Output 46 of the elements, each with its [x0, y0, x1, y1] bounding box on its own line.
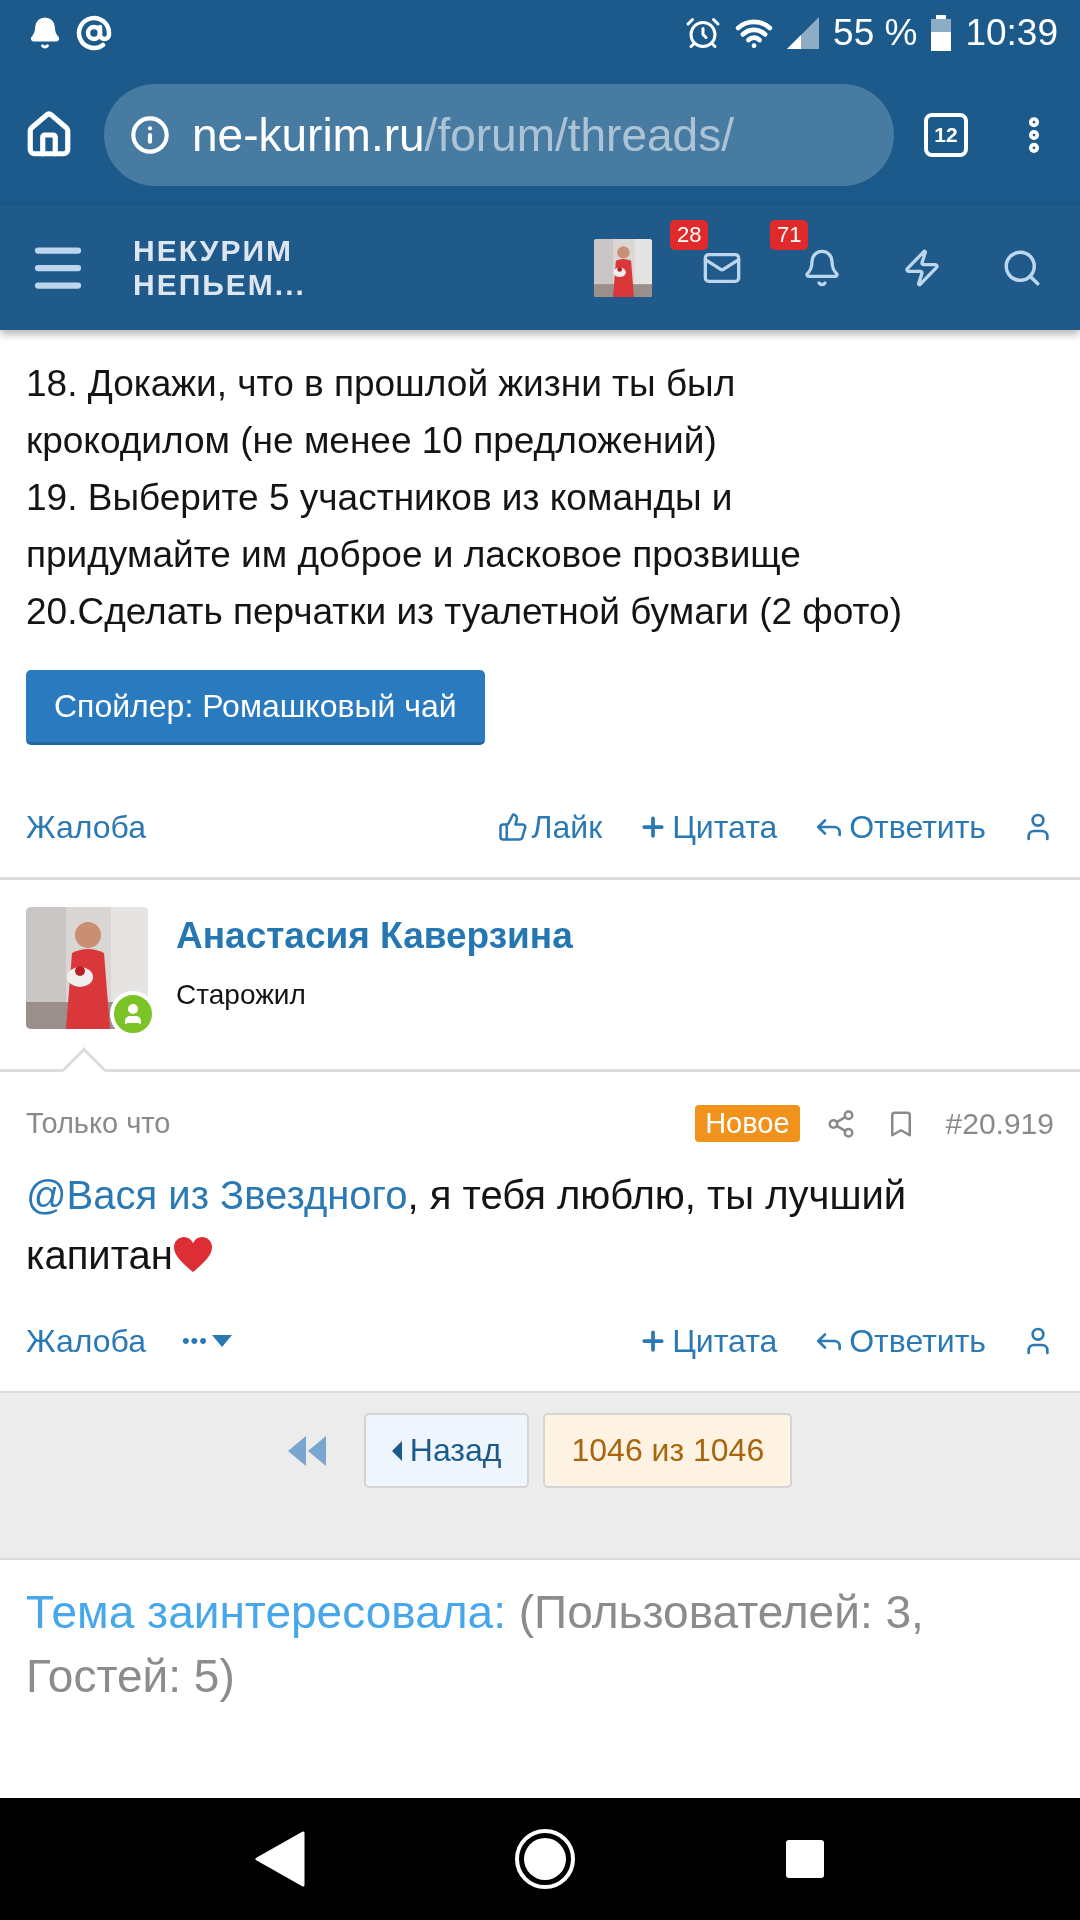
- reply-link[interactable]: Ответить: [813, 808, 986, 846]
- caret-icon: [391, 1440, 402, 1461]
- tab-count[interactable]: 12: [924, 113, 968, 157]
- interested-users: Тема заинтересовала: (Пользователей: 3, Гостей: 5): [25, 1585, 925, 1704]
- site-logo[interactable]: НЕКУРИМ НЕПЬЕМ...: [133, 233, 306, 302]
- more-menu[interactable]: •••: [181, 1328, 233, 1354]
- at-sign-icon: [76, 14, 112, 51]
- post-number[interactable]: #20.919: [945, 1106, 1054, 1141]
- address-bar[interactable]: ne-kurim.ru/forum/threads/: [104, 84, 894, 186]
- author-name[interactable]: Анастасия Каверзина: [176, 915, 573, 957]
- heart-icon: [172, 1237, 213, 1273]
- interested-link[interactable]: Тема заинтересовала:: [26, 1586, 506, 1638]
- post-time: Только что: [26, 1107, 171, 1140]
- thumbs-up-icon: [497, 812, 528, 842]
- report-link[interactable]: Жалоба: [26, 1322, 146, 1360]
- post-text: 19. Выберите 5 участников из команды и: [26, 476, 734, 520]
- alert-count: 71: [770, 219, 809, 250]
- post-text: придумайте им доброе и ласковое прозвище: [26, 533, 802, 577]
- back-nav-icon[interactable]: [254, 1831, 305, 1887]
- quote-link[interactable]: Цитата: [638, 808, 778, 846]
- post-text: 18. Докажи, что в прошлой жизни ты был: [26, 362, 737, 406]
- post-message: @Вася из Звездного, я тебя люблю, ты лучший капитан: [25, 1172, 908, 1279]
- post-text: крокодилом (не менее 10 предложений): [26, 419, 718, 463]
- reply-link[interactable]: Ответить: [813, 1322, 986, 1360]
- clock-time: 10:39: [965, 11, 1058, 54]
- signal-icon: [787, 16, 820, 49]
- battery-percent: 55 %: [833, 11, 918, 54]
- lightning-icon[interactable]: [902, 247, 942, 288]
- unread-count: 28: [670, 219, 709, 250]
- back-button[interactable]: Назад: [363, 1413, 530, 1488]
- current-page[interactable]: 1046 из 1046: [543, 1413, 793, 1488]
- like-link[interactable]: Лайк: [497, 808, 603, 846]
- notification-bell-icon: [28, 15, 62, 50]
- mention-link[interactable]: @Вася из Звездного: [26, 1173, 408, 1217]
- home-nav-icon[interactable]: [514, 1828, 576, 1890]
- battery-icon: [931, 14, 952, 51]
- new-badge: Новое: [695, 1105, 800, 1142]
- post-text: 20.Сделать перчатки из туалетной бумаги (2 фото): [26, 590, 903, 634]
- bell-icon[interactable]: [802, 247, 842, 288]
- recents-nav-icon[interactable]: [785, 1839, 826, 1879]
- quote-link[interactable]: Цитата: [638, 1322, 778, 1360]
- caret-icon: [212, 1335, 233, 1347]
- report-link[interactable]: Жалоба: [26, 808, 146, 846]
- info-icon: [130, 115, 170, 155]
- spoiler-button[interactable]: Спойлер: Ромашковый чай: [26, 670, 485, 745]
- user-title: Старожил: [176, 979, 307, 1011]
